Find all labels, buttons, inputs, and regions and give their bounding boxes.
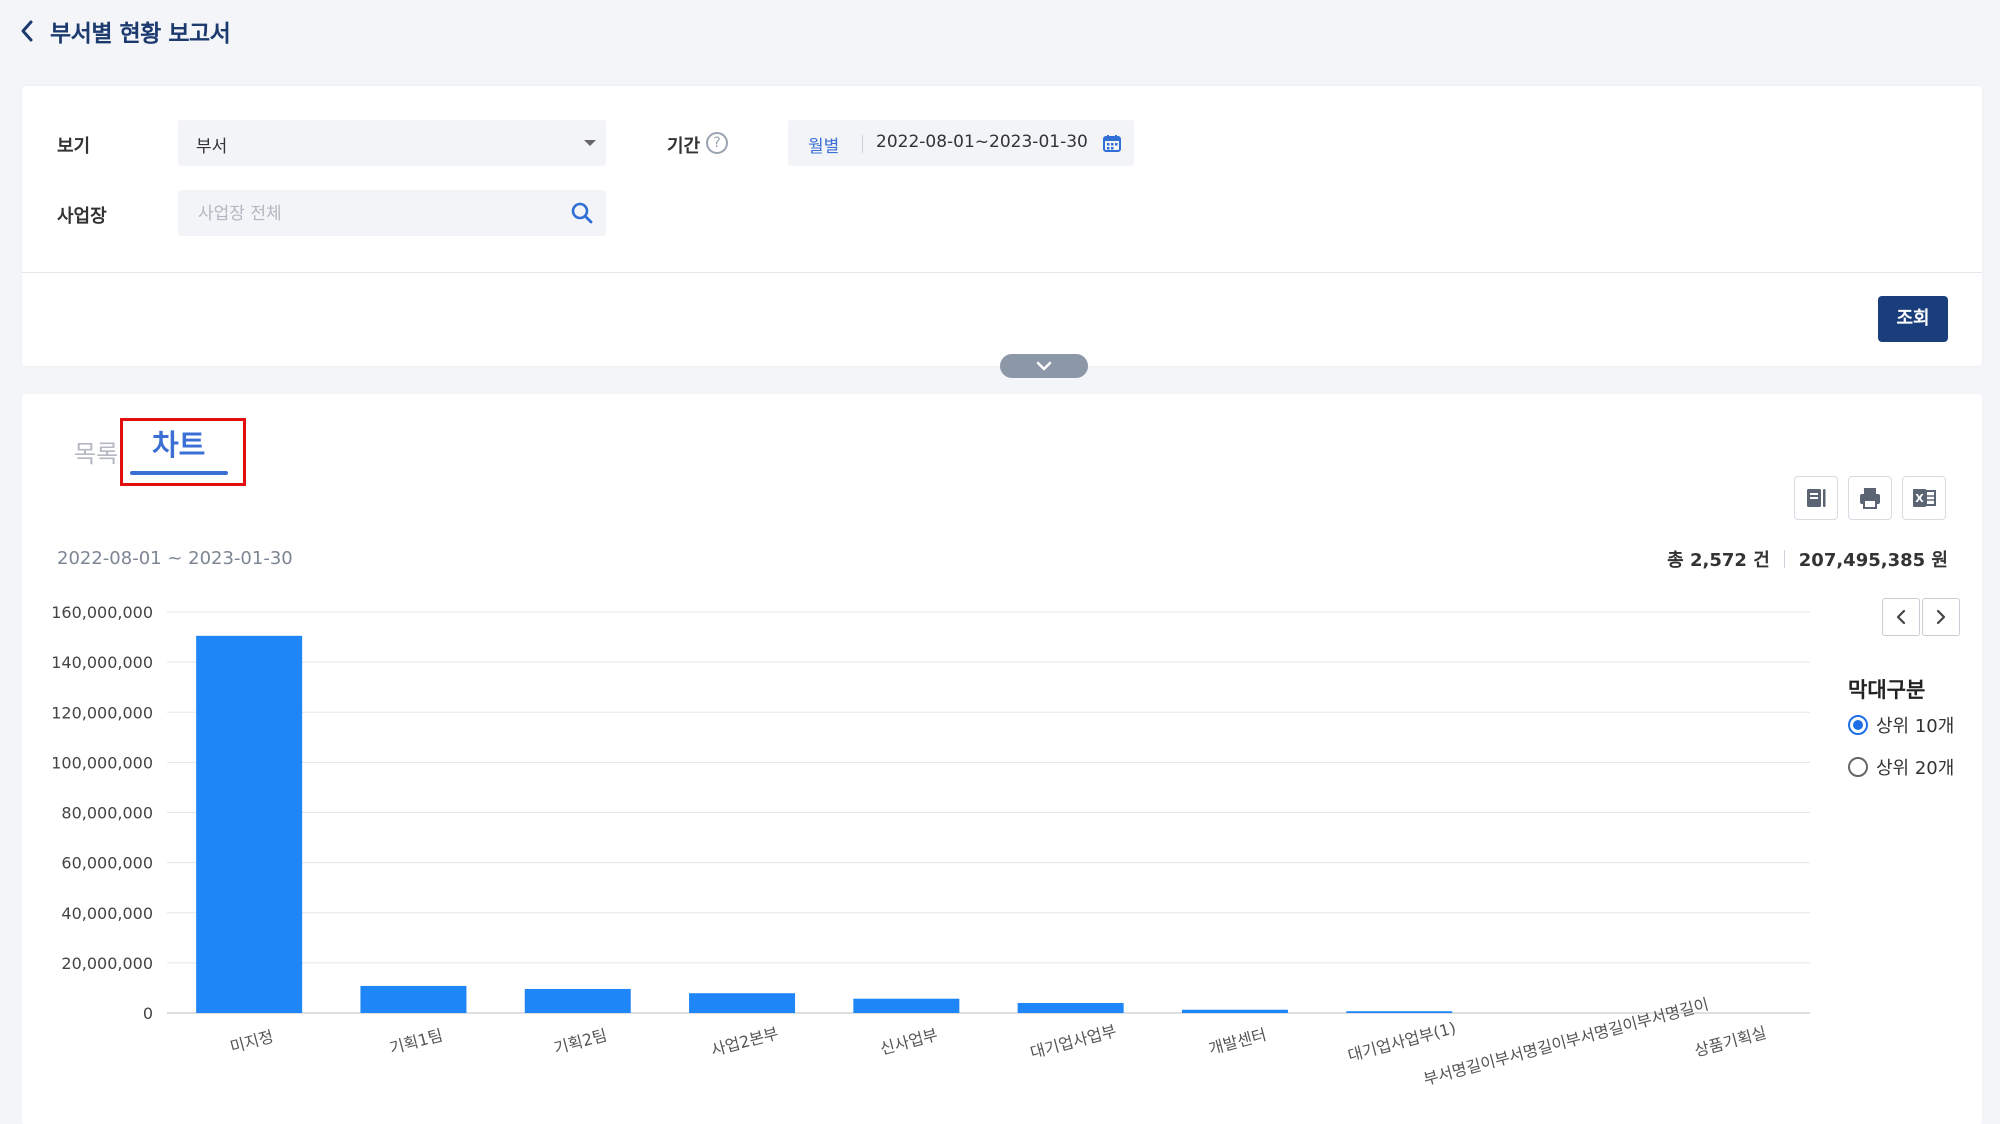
site-search-input[interactable] xyxy=(196,200,540,228)
collapse-toggle-button[interactable] xyxy=(1000,354,1088,378)
y-tick-label: 0 xyxy=(143,1004,153,1023)
report-content-panel: 목록 차트 X 2022-08-01 ~ 2023-01-30 총 2,572 … xyxy=(22,394,1982,1124)
site-search-field xyxy=(178,190,606,236)
y-tick-label: 40,000,000 xyxy=(61,904,153,923)
chevron-right-icon xyxy=(1936,609,1946,625)
calendar-icon[interactable] xyxy=(1102,133,1122,153)
view-select-value: 부서 xyxy=(196,137,228,157)
total-count: 총 2,572 건 xyxy=(1667,550,1770,571)
highlight-box xyxy=(120,418,246,486)
print-icon xyxy=(1860,488,1880,509)
period-value[interactable]: 2022-08-01~2023-01-30 xyxy=(876,132,1088,152)
chevron-left-icon xyxy=(21,20,33,42)
prev-page-button[interactable] xyxy=(1882,598,1920,636)
tab-list[interactable]: 목록 xyxy=(74,434,118,469)
radio-top10[interactable]: 상위 10개 xyxy=(1848,712,1954,738)
period-divider xyxy=(862,135,863,153)
y-tick-label: 140,000,000 xyxy=(51,653,153,672)
period-label: 기간 xyxy=(667,136,701,157)
site-label: 사업장 xyxy=(57,206,107,227)
bar xyxy=(689,993,796,1013)
bar xyxy=(360,985,467,1013)
search-icon[interactable] xyxy=(570,201,594,225)
x-tick-label: 미지정 xyxy=(228,1027,276,1057)
totals-summary: 총 2,572 건 207,495,385 원 xyxy=(1667,546,1948,572)
radio-top10-label: 상위 10개 xyxy=(1876,716,1955,737)
totals-divider xyxy=(1783,550,1785,568)
y-tick-label: 80,000,000 xyxy=(61,804,153,823)
y-tick-label: 160,000,000 xyxy=(51,603,153,622)
x-tick-label: 상품기획실 xyxy=(1692,1023,1768,1060)
view-select[interactable]: 부서 xyxy=(178,120,606,166)
radio-button[interactable] xyxy=(1848,757,1868,777)
x-tick-label: 기획2팀 xyxy=(552,1025,609,1057)
excel-icon: X xyxy=(1913,489,1936,507)
y-tick-label: 20,000,000 xyxy=(61,954,153,973)
period-type[interactable]: 월별 xyxy=(808,132,839,157)
book-icon xyxy=(1807,489,1826,507)
y-tick-label: 120,000,000 xyxy=(51,703,153,722)
bar xyxy=(196,635,303,1013)
filter-panel: 보기 부서 사업장 기간 ? 월별 2022-08-01~2023-01-30 … xyxy=(22,86,1982,366)
help-icon[interactable]: ? xyxy=(706,132,728,154)
view-label: 보기 xyxy=(57,136,91,157)
total-amount: 207,495,385 원 xyxy=(1798,550,1948,571)
report-view-button[interactable] xyxy=(1794,476,1838,520)
chevron-down-icon xyxy=(1036,361,1052,371)
bar-filter-title: 막대구분 xyxy=(1848,678,1926,702)
print-button[interactable] xyxy=(1848,476,1892,520)
y-tick-label: 60,000,000 xyxy=(61,854,153,873)
bar xyxy=(1346,1011,1453,1013)
y-tick-label: 100,000,000 xyxy=(51,753,153,772)
radio-top20[interactable]: 상위 20개 xyxy=(1848,754,1954,780)
search-button[interactable]: 조회 xyxy=(1878,296,1948,342)
bar-chart: 0 20,000,000 40,000,000 60,000,000 80,000,00… xyxy=(51,603,1810,1089)
radio-top20-label: 상위 20개 xyxy=(1876,758,1955,779)
chevron-left-icon xyxy=(1896,609,1906,625)
page-title: 부서별 현황 보고서 xyxy=(50,21,231,47)
x-tick-label: 대기업사업부 xyxy=(1028,1021,1118,1062)
bar xyxy=(1181,1009,1288,1013)
x-tick-label: 개발센터 xyxy=(1207,1025,1269,1059)
x-tick-label: 대기업사업부(1) xyxy=(1346,1018,1458,1065)
caret-down-icon xyxy=(584,140,596,146)
page-header: 부서별 현황 보고서 xyxy=(16,10,231,52)
bar xyxy=(1017,1002,1124,1013)
date-range-text: 2022-08-01 ~ 2023-01-30 xyxy=(57,548,293,569)
x-tick-label: 사업2본부 xyxy=(709,1024,781,1060)
next-page-button[interactable] xyxy=(1922,598,1960,636)
back-button[interactable] xyxy=(16,14,38,48)
bar xyxy=(524,988,631,1013)
x-tick-label: 기획1팀 xyxy=(387,1025,444,1057)
x-tick-label: 신사업부 xyxy=(878,1025,940,1059)
filter-divider xyxy=(22,272,1982,273)
bar xyxy=(853,998,960,1013)
x-tick-label: 부서명길이부서명길이부서명길이부서명길이 xyxy=(1421,994,1710,1089)
excel-export-button[interactable]: X xyxy=(1902,476,1946,520)
period-picker[interactable]: 월별 2022-08-01~2023-01-30 xyxy=(788,120,1134,166)
svg-text:X: X xyxy=(1915,492,1924,505)
radio-button-checked[interactable] xyxy=(1848,715,1868,735)
